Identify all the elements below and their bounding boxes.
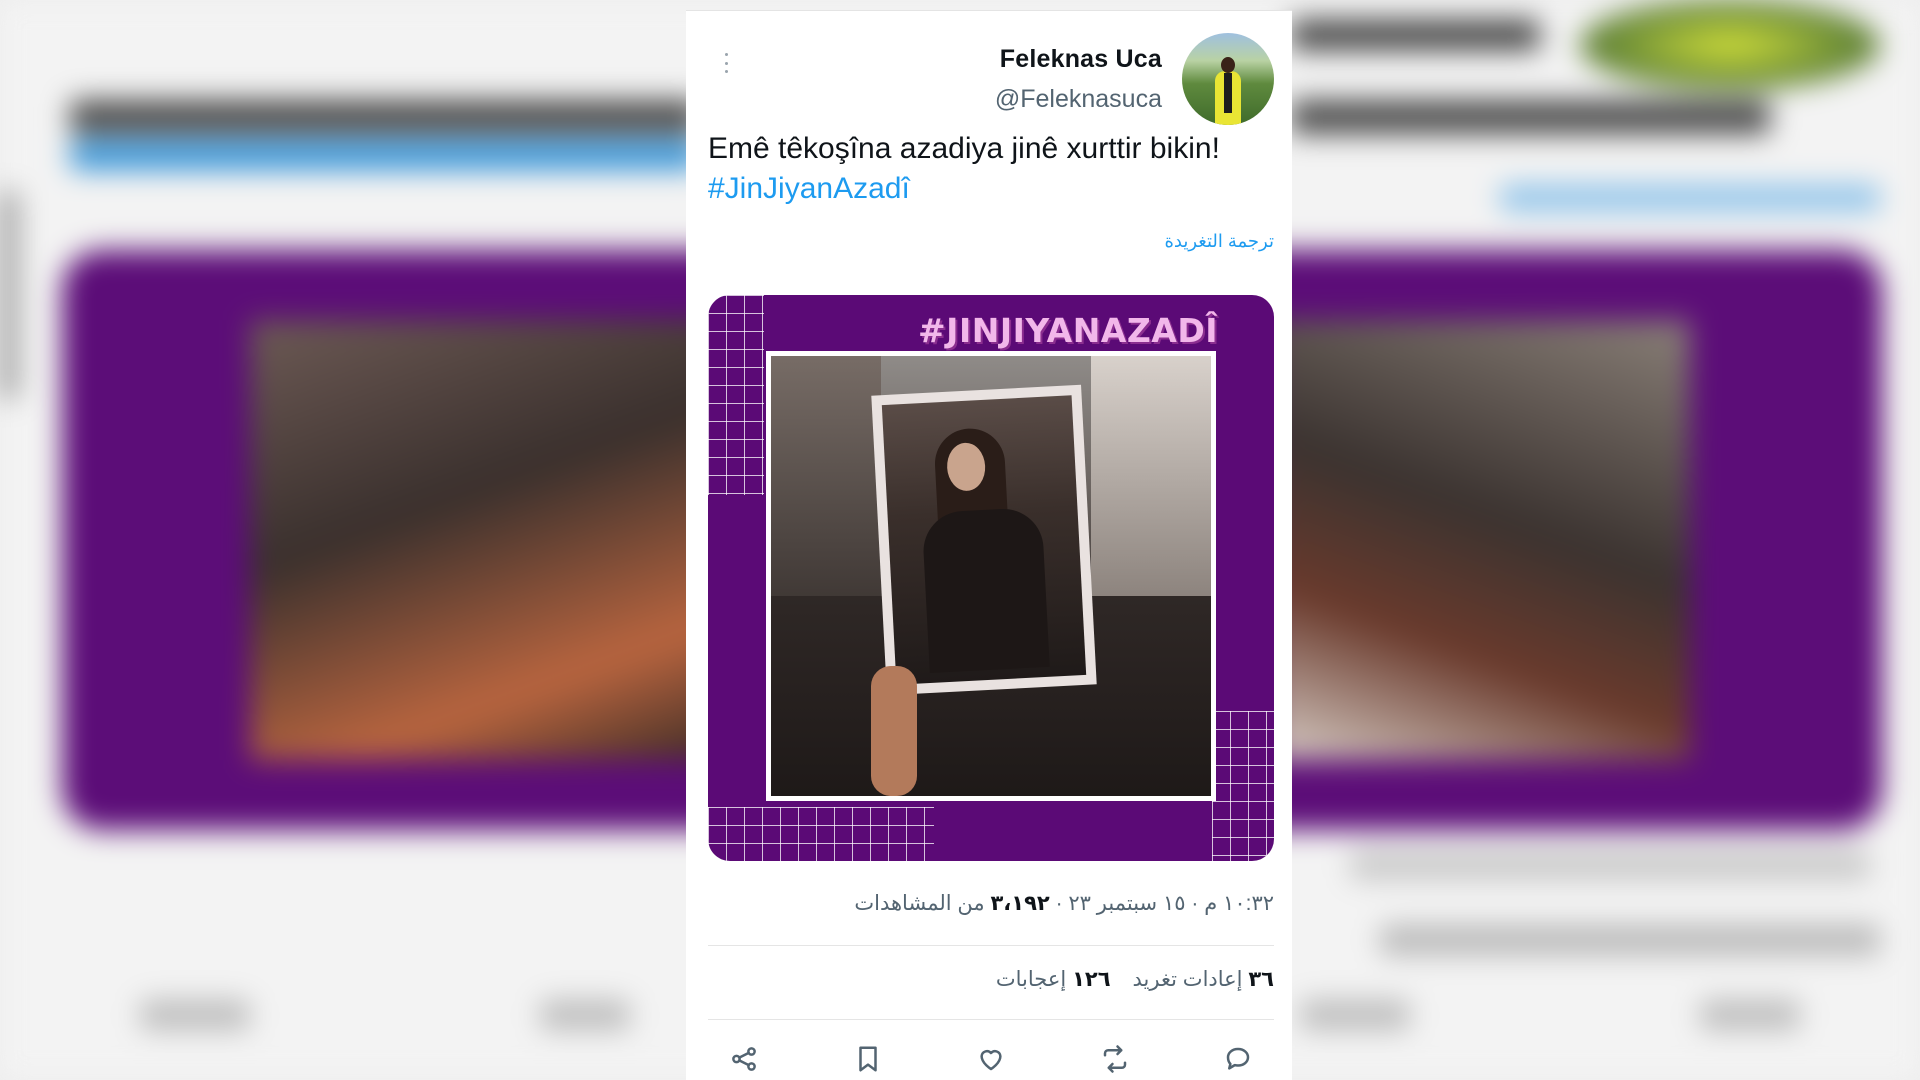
media-hashtag-text: #JINJIYANAZADÎ [918,311,1218,350]
share-icon [732,1047,756,1071]
divider [708,945,1274,946]
tweet-card: Feleknas Uca @Feleknasuca Emê têkoşîna a… [686,10,1292,1080]
author-handle[interactable]: @Feleknasuca [995,85,1162,114]
tweet-body: Emê têkoşîna azadiya jinê xurttir bikin! [708,132,1220,165]
tweet-media-image[interactable]: #JINJIYANAZADÎ [708,295,1274,861]
grid-decoration [708,807,934,861]
reply-icon [1226,1047,1250,1070]
engagement-stats: ٣٦ إعادات تغريد ١٢٦ إعجابات [996,967,1274,992]
more-options-icon[interactable] [716,49,736,77]
likes-stat[interactable]: ١٢٦ إعجابات [996,967,1111,992]
like-icon [980,1050,1002,1071]
retweet-button[interactable] [1097,1041,1133,1077]
hashtag-link[interactable]: #JinJiyanAzadî [708,169,1268,209]
action-bar [708,1041,1274,1080]
bookmark-button[interactable] [850,1041,886,1077]
retweets-stat[interactable]: ٣٦ إعادات تغريد [1133,967,1274,992]
retweets-count: ٣٦ [1248,968,1274,991]
portrait-sign [871,384,1097,696]
avatar[interactable] [1182,33,1274,125]
tweet-text: Emê têkoşîna azadiya jinê xurttir bikin!… [708,129,1268,209]
views-count: ٣،١٩٢ [990,892,1050,915]
tweet-timestamp[interactable]: ١٠:٣٢ م · ١٥ سبتمبر ٢٣ · ٣،١٩٢ من المشاه… [854,891,1274,916]
retweet-icon [1103,1045,1126,1073]
grid-decoration [708,295,764,495]
protest-photo [766,351,1216,801]
author-name[interactable]: Feleknas Uca [1000,45,1162,74]
likes-count: ١٢٦ [1072,968,1111,991]
share-button[interactable] [726,1041,762,1077]
likes-label: إعجابات [995,968,1067,991]
divider [708,1019,1274,1020]
timestamp-text: ١٠:٣٢ م · ١٥ سبتمبر ٢٣ · [1055,892,1274,915]
reply-button[interactable] [1220,1041,1256,1077]
retweets-label: إعادات تغريد [1132,968,1243,991]
grid-decoration [1212,711,1274,861]
views-label: من المشاهدات [854,892,985,915]
like-button[interactable] [973,1041,1009,1077]
translate-tweet-link[interactable]: ترجمة التغريدة [1164,231,1274,252]
bookmark-icon [858,1046,877,1072]
